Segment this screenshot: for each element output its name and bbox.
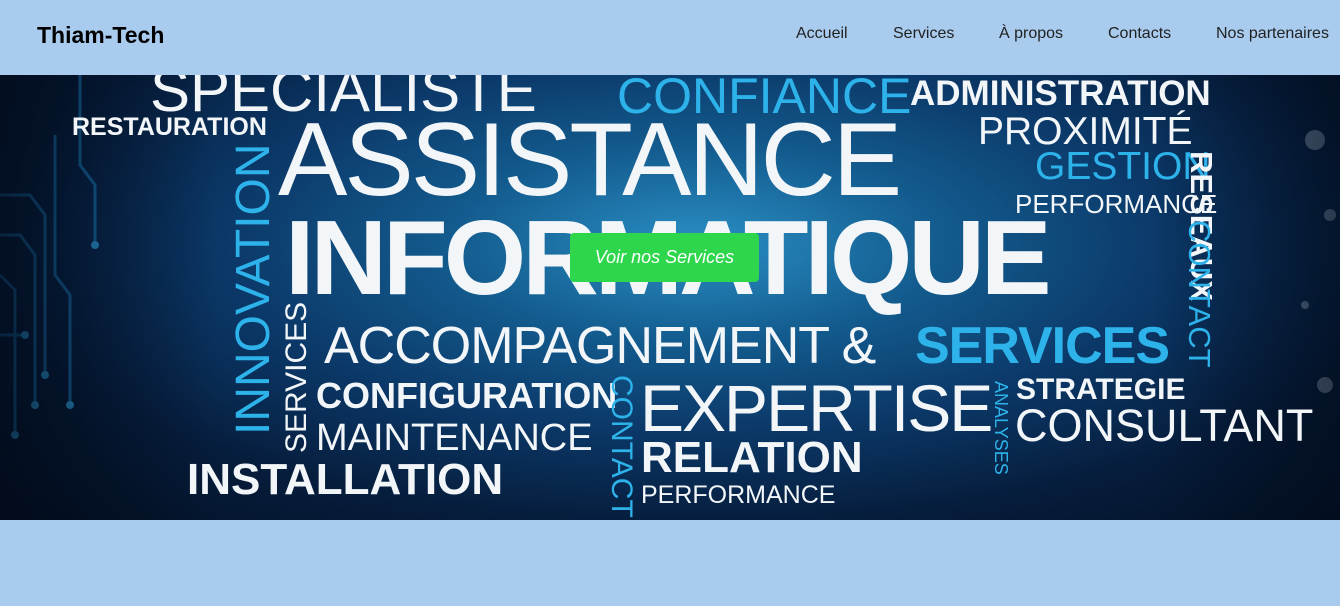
word-contact-mid: CONTACT (605, 375, 638, 518)
hero-banner: SPECIALISTE CONFIANCE ADMINISTRATION RES… (0, 75, 1340, 520)
nav-link-contacts[interactable]: Contacts (1108, 25, 1171, 43)
word-expertise: EXPERTISE (640, 371, 993, 445)
navbar: Thiam-Tech Accueil Services À propos Con… (0, 0, 1340, 75)
nav-link-services[interactable]: Services (893, 25, 954, 43)
word-contact-right: CONTACT (1182, 220, 1217, 368)
word-services-blue: SERVICES (915, 317, 1170, 375)
word-restauration: RESTAURATION (72, 113, 267, 141)
word-performance-bottom: PERFORMANCE (641, 481, 836, 509)
word-installation: INSTALLATION (187, 455, 504, 504)
word-accompagnement: ACCOMPAGNEMENT & (324, 317, 876, 375)
word-consultant: CONSULTANT (1015, 400, 1314, 451)
word-relation: RELATION (641, 433, 863, 482)
word-assistance: ASSISTANCE (278, 102, 902, 218)
nav-link-accueil[interactable]: Accueil (796, 25, 848, 43)
brand-logo[interactable]: Thiam-Tech (37, 22, 164, 49)
nav-link-partenaires[interactable]: Nos partenaires (1216, 25, 1329, 43)
word-analyses: ANALYSES (991, 381, 1011, 475)
word-innovation: INNOVATION (227, 143, 280, 435)
word-maintenance: MAINTENANCE (316, 417, 593, 459)
word-services-vertical: SERVICES (280, 301, 313, 453)
nav-link-a-propos[interactable]: À propos (999, 25, 1063, 43)
word-configuration: CONFIGURATION (316, 375, 618, 416)
word-administration: ADMINISTRATION (910, 75, 1211, 113)
voir-services-button[interactable]: Voir nos Services (570, 233, 759, 282)
